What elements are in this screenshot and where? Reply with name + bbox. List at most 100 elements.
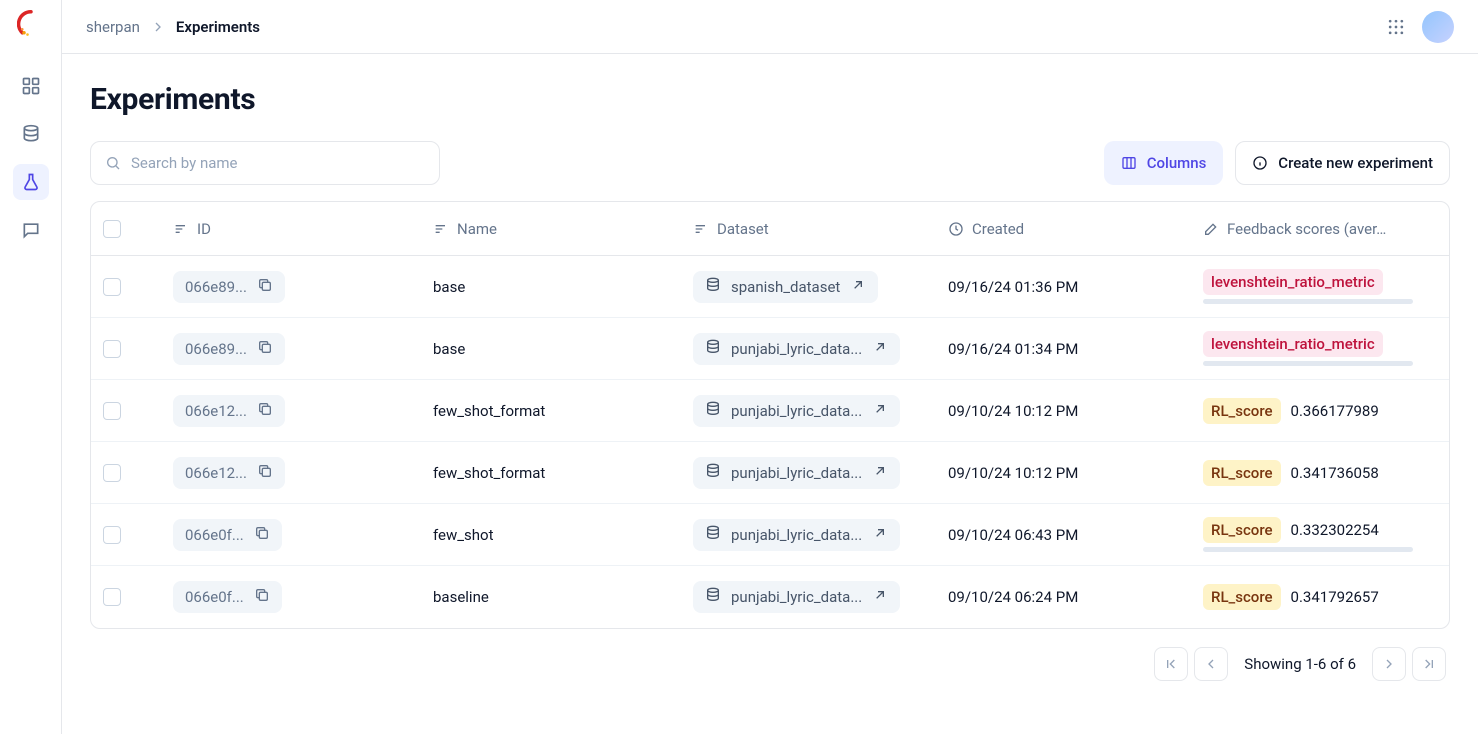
row-checkbox[interactable]	[103, 464, 121, 482]
text-sort-icon	[433, 221, 449, 237]
grid-icon	[21, 76, 41, 96]
id-text: 066e89...	[185, 340, 247, 358]
experiment-name: few_shot_format	[433, 464, 545, 482]
col-feedback[interactable]: Feedback scores (aver…	[1227, 220, 1386, 238]
metric-bar	[1203, 547, 1413, 552]
page-last-button[interactable]	[1412, 647, 1446, 681]
id-text: 066e0f...	[185, 588, 244, 606]
clock-icon	[948, 221, 964, 237]
metric-value: 0.341792657	[1291, 588, 1379, 606]
columns-icon	[1121, 155, 1137, 171]
table-row[interactable]: 066e12... few_shot_format punjabi_lyric_…	[91, 380, 1449, 442]
dataset-name: spanish_dataset	[731, 278, 840, 296]
id-chip[interactable]: 066e0f...	[173, 519, 282, 551]
dataset-chip[interactable]: spanish_dataset	[693, 271, 878, 303]
copy-icon[interactable]	[257, 277, 273, 297]
chevron-last-icon	[1421, 656, 1437, 672]
row-checkbox[interactable]	[103, 526, 121, 544]
col-name[interactable]: Name	[457, 220, 497, 238]
open-link-icon[interactable]	[850, 277, 866, 297]
breadcrumb-root[interactable]: sherpan	[86, 18, 140, 36]
breadcrumb-leaf: Experiments	[176, 18, 260, 36]
created-date: 09/10/24 10:12 PM	[948, 402, 1078, 420]
copy-icon[interactable]	[257, 339, 273, 359]
chevron-first-icon	[1163, 656, 1179, 672]
page-first-button[interactable]	[1154, 647, 1188, 681]
metric-badge: levenshtein_ratio_metric	[1203, 331, 1383, 357]
id-chip[interactable]: 066e0f...	[173, 581, 282, 613]
copy-icon[interactable]	[254, 587, 270, 607]
nav-database[interactable]	[13, 116, 49, 152]
created-date: 09/16/24 01:36 PM	[948, 278, 1078, 296]
columns-button[interactable]: Columns	[1104, 141, 1224, 185]
columns-button-label: Columns	[1147, 154, 1207, 172]
create-button-label: Create new experiment	[1278, 154, 1433, 172]
row-checkbox[interactable]	[103, 340, 121, 358]
experiment-name: few_shot	[433, 526, 494, 544]
id-text: 066e0f...	[185, 526, 244, 544]
chevron-right-icon	[150, 19, 166, 35]
row-checkbox[interactable]	[103, 278, 121, 296]
table-row[interactable]: 066e12... few_shot_format punjabi_lyric_…	[91, 442, 1449, 504]
open-link-icon[interactable]	[872, 339, 888, 359]
nav-experiments[interactable]	[13, 164, 49, 200]
dataset-chip[interactable]: punjabi_lyric_data...	[693, 457, 900, 489]
search-input-wrapper[interactable]	[90, 141, 440, 185]
pagination-text: Showing 1-6 of 6	[1244, 655, 1356, 673]
open-link-icon[interactable]	[872, 401, 888, 421]
nav-chat[interactable]	[13, 212, 49, 248]
page-prev-button[interactable]	[1194, 647, 1228, 681]
dataset-chip[interactable]: punjabi_lyric_data...	[693, 395, 900, 427]
row-checkbox[interactable]	[103, 402, 121, 420]
id-chip[interactable]: 066e12...	[173, 457, 285, 489]
table-row[interactable]: 066e0f... few_shot punjabi_lyric_data...…	[91, 504, 1449, 566]
metric-bar	[1203, 361, 1413, 366]
apps-menu-icon[interactable]	[1386, 17, 1406, 37]
user-avatar[interactable]	[1422, 11, 1454, 43]
select-all-checkbox[interactable]	[103, 220, 121, 238]
id-chip[interactable]: 066e89...	[173, 271, 285, 303]
metric-badge: RL_score	[1203, 460, 1281, 486]
chevron-right-icon	[1381, 656, 1397, 672]
chat-icon	[21, 220, 41, 240]
row-checkbox[interactable]	[103, 588, 121, 606]
metric-badge: RL_score	[1203, 398, 1281, 424]
id-chip[interactable]: 066e12...	[173, 395, 285, 427]
col-created[interactable]: Created	[972, 220, 1024, 238]
dataset-chip[interactable]: punjabi_lyric_data...	[693, 333, 900, 365]
open-link-icon[interactable]	[872, 587, 888, 607]
id-chip[interactable]: 066e89...	[173, 333, 285, 365]
col-dataset[interactable]: Dataset	[717, 220, 769, 238]
copy-icon[interactable]	[254, 525, 270, 545]
create-experiment-button[interactable]: Create new experiment	[1235, 141, 1450, 185]
database-icon	[705, 277, 721, 297]
database-icon	[21, 124, 41, 144]
experiments-table: ID Name Dataset Created	[90, 201, 1450, 629]
search-icon	[105, 155, 121, 171]
table-header: ID Name Dataset Created	[91, 202, 1449, 256]
table-row[interactable]: 066e89... base punjabi_lyric_data... 09/…	[91, 318, 1449, 380]
open-link-icon[interactable]	[872, 525, 888, 545]
id-text: 066e89...	[185, 278, 247, 296]
dataset-name: punjabi_lyric_data...	[731, 588, 862, 606]
created-date: 09/10/24 06:24 PM	[948, 588, 1078, 606]
col-id[interactable]: ID	[197, 220, 211, 238]
edit-icon	[1203, 221, 1219, 237]
table-row[interactable]: 066e89... base spanish_dataset 09/16/24 …	[91, 256, 1449, 318]
search-input[interactable]	[131, 154, 425, 172]
page-next-button[interactable]	[1372, 647, 1406, 681]
open-link-icon[interactable]	[872, 463, 888, 483]
table-row[interactable]: 066e0f... baseline punjabi_lyric_data...…	[91, 566, 1449, 628]
dataset-name: punjabi_lyric_data...	[731, 402, 862, 420]
copy-icon[interactable]	[257, 401, 273, 421]
dataset-chip[interactable]: punjabi_lyric_data...	[693, 519, 900, 551]
copy-icon[interactable]	[257, 463, 273, 483]
chevron-left-icon	[1203, 656, 1219, 672]
metric-badge: levenshtein_ratio_metric	[1203, 269, 1383, 295]
metric-value: 0.332302254	[1291, 521, 1379, 539]
database-icon	[705, 401, 721, 421]
nav-dashboard[interactable]	[13, 68, 49, 104]
pagination: Showing 1-6 of 6	[90, 647, 1450, 681]
dataset-name: punjabi_lyric_data...	[731, 464, 862, 482]
dataset-chip[interactable]: punjabi_lyric_data...	[693, 581, 900, 613]
